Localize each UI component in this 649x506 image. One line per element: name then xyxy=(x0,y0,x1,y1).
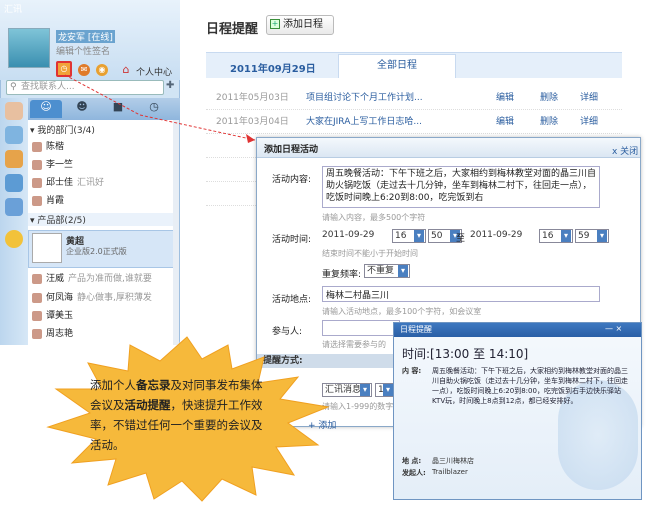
group-label: 产品部(2/5) xyxy=(37,216,86,226)
contact-signature: 产品为准而做,谁就要 xyxy=(68,274,152,284)
edit-link[interactable]: 编辑 xyxy=(496,86,514,110)
remind-hint: 请输入1-999的数字 xyxy=(322,402,394,411)
time-label: 活动时间: xyxy=(272,235,312,245)
group-header[interactable]: ▾ 产品部(2/5) xyxy=(28,213,174,226)
scrollbar[interactable] xyxy=(173,120,179,345)
profile-icon[interactable] xyxy=(5,102,23,120)
contact-name: 汪威 xyxy=(46,274,65,284)
place-label: 活动地点: xyxy=(272,295,312,305)
page-title: 日程提醒 xyxy=(206,22,259,37)
contact-signature: 静心做事,厚积薄发 xyxy=(77,293,152,303)
avatar xyxy=(32,233,62,263)
smiley-icon[interactable] xyxy=(5,230,23,248)
popup-place: 晶三川梅林店 xyxy=(432,457,474,465)
delete-link[interactable]: 删除 xyxy=(540,110,558,134)
time-hint: 结束时间不能小于开始时间 xyxy=(322,249,418,258)
contact-signature: 企业版2.0正式版 xyxy=(66,247,127,256)
content-hint: 请输入内容，最多500个字符 xyxy=(322,213,426,222)
start-date-field[interactable]: 2011-09-29 xyxy=(322,230,374,240)
globe-icon[interactable] xyxy=(5,174,23,192)
callout-text: 添加个人备忘录及对同事发布集体会议及活动提醒，快速提升工作效率，不错过任何一个重… xyxy=(90,375,270,455)
contact-signature: 汇讯好 xyxy=(77,178,105,188)
list-item[interactable]: 肖霞 xyxy=(32,193,172,209)
detail-link[interactable]: 详细 xyxy=(580,86,598,110)
end-minute-select[interactable]: 59 xyxy=(575,229,609,243)
repeat-label: 重复频率: xyxy=(322,270,362,280)
add-icon: + xyxy=(270,19,280,29)
contact-name: 邱士佳 xyxy=(46,178,74,188)
popup-content: 周五晚餐活动：下午下班之后，大家相约到梅林教堂对面的晶三川自助火锅吃饭（走过去十… xyxy=(432,367,628,405)
callout-part: 添加个人 xyxy=(90,378,136,392)
popup-sender: Trailblazer xyxy=(432,468,468,476)
place-input[interactable]: 梅林二村晶三川 xyxy=(322,286,600,302)
app-center-icon[interactable] xyxy=(5,198,23,216)
end-hour-select[interactable]: 16 xyxy=(539,229,573,243)
avatar[interactable] xyxy=(8,28,50,68)
callout-highlight: 活动提醒 xyxy=(124,398,171,412)
to-label: 至 xyxy=(456,234,466,244)
popup-window-controls[interactable]: — × xyxy=(605,324,622,333)
search-icon: ⚲ xyxy=(10,82,17,92)
popup-content-label: 内 容: xyxy=(402,367,422,375)
remind-number-select[interactable]: 10 xyxy=(375,383,395,397)
place-hint: 请输入活动地点，最多100个字符，如会议室 xyxy=(322,307,482,316)
tab-contacts[interactable]: ☺ xyxy=(30,100,62,118)
row-title[interactable]: 大家在JIRA上写工作日志哈... xyxy=(306,110,422,134)
popup-sender-label: 发起人: xyxy=(402,469,426,477)
popup-time: 时间:[13:00 至 14:10] xyxy=(402,347,529,361)
close-button[interactable]: x 关闭 xyxy=(612,144,638,157)
list-item[interactable]: 李一竺 xyxy=(32,157,172,173)
contact-name: 肖霞 xyxy=(46,196,65,206)
popup-place-label: 地 点: xyxy=(402,457,422,465)
detail-link[interactable]: 详细 xyxy=(580,110,598,134)
popup-title: 日程提醒 xyxy=(400,325,432,334)
row-title[interactable]: 项目组讨论下个月工作计划... xyxy=(306,86,423,110)
contact-name: 李一竺 xyxy=(46,160,74,170)
edit-link[interactable]: 编辑 xyxy=(496,110,514,134)
message-icon[interactable] xyxy=(5,126,23,144)
im-window-title: 汇讯 xyxy=(4,5,23,15)
end-date-field[interactable]: 2011-09-29 xyxy=(470,230,522,240)
file-icon[interactable] xyxy=(5,150,23,168)
contact-name: 何凤海 xyxy=(46,293,74,303)
content-label: 活动内容: xyxy=(272,175,312,185)
signature-field[interactable]: 编辑个性签名 xyxy=(56,44,110,57)
list-item[interactable]: 汪威 产品为准而做,谁就要 xyxy=(32,271,172,287)
contact-name: 谭美玉 xyxy=(46,311,74,321)
dialog-title: 添加日程活动 xyxy=(264,145,319,155)
participants-input[interactable] xyxy=(322,320,400,336)
tab-all-schedules[interactable]: 全部日程 xyxy=(338,54,456,78)
list-item[interactable]: 何凤海 静心做事,厚积薄发 xyxy=(32,290,172,306)
delete-link[interactable]: 删除 xyxy=(540,86,558,110)
user-name: 龙安军 [在线] xyxy=(56,30,115,43)
content-textarea[interactable]: 周五晚餐活动：下午下班之后，大家相约到梅林教堂对面的晶三川自助火锅吃饭（走过去十… xyxy=(322,166,600,208)
list-item[interactable]: 邱士佳 汇讯好 xyxy=(32,175,172,191)
callout-highlight: 备忘录 xyxy=(136,378,171,392)
pointer-arrow xyxy=(64,74,256,143)
start-hour-select[interactable]: 16 xyxy=(392,229,426,243)
repeat-select[interactable]: 不重复 xyxy=(364,264,410,278)
list-item[interactable]: 谭美玉 xyxy=(32,308,172,324)
